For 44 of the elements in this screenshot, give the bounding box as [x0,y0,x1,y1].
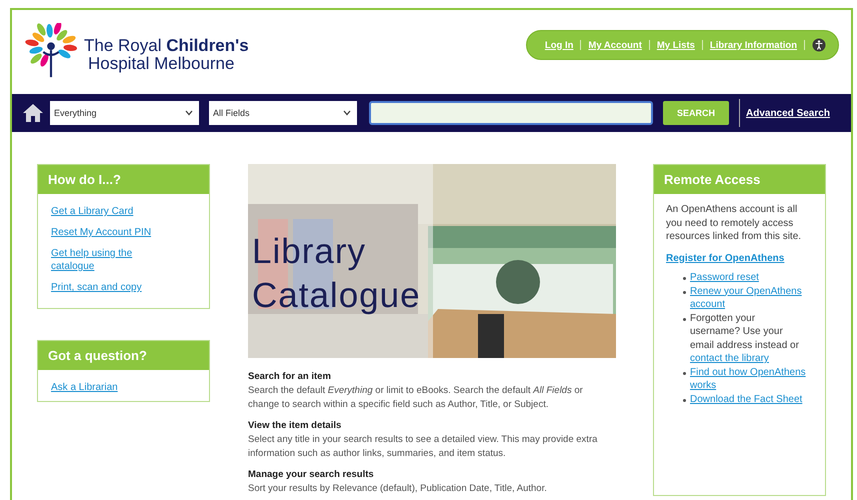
help-heading: Manage your search results [248,468,375,482]
remote-link[interactable]: Download the Fact Sheet [690,392,802,406]
advanced-search-link[interactable]: Advanced Search [746,108,830,118]
remote-link[interactable]: contact the library [690,353,769,364]
help-text: Sort your results by Relevance (default), Publication Date, Title, Author. [248,482,548,496]
help-heading: Search for an item [248,370,332,384]
remote-link[interactable]: Find out how OpenAthens works [690,366,807,392]
scope-dropdown[interactable]: Everything [50,101,199,125]
panel-title: Remote Access [654,165,825,194]
logo-text: The Royal Children's [84,37,249,55]
bullet-icon [683,398,686,402]
search-button[interactable]: SEARCH [663,101,729,125]
top-link[interactable]: My Account [588,40,642,50]
top-link[interactable]: Log In [544,40,574,50]
help-heading: View the item details [248,419,342,433]
help-link[interactable]: Get a Library Card [51,205,156,218]
panel-title: How do I...? [38,165,209,194]
home-icon[interactable] [22,103,44,123]
chevron-icon [185,110,193,116]
remote-link[interactable]: Password reset [690,271,759,284]
logo-text: Hospital Melbourne [87,55,236,73]
chevron-icon [343,110,351,116]
list-text: Forgotten your username? Use your email address instead or contact the library [690,312,800,366]
register-link[interactable]: Register for OpenAthens [666,252,784,265]
search-field[interactable] [369,101,653,125]
field-dropdown[interactable]: All Fields [209,101,357,125]
bullet-icon [683,277,686,280]
help-link[interactable]: Ask a Librarian [51,381,156,394]
remote-link[interactable]: Renew your OpenAthens account [690,284,807,312]
bullet-icon [683,318,686,320]
help-text: Select any title in your search results to see a detailed view. This may provide extra information such as author links, summaries, and item status. [248,433,598,461]
accessibility-icon[interactable] [812,38,826,52]
bullet-icon [683,290,686,294]
banner-title: Catalogue [252,275,421,317]
panel-title: Got a question? [38,341,209,370]
help-text: Search the default Everything or limit to eBooks. Search the default All Fields or change to search within a specific field such as Author, Title, or Subject. [248,384,584,412]
help-link[interactable]: Get help using the catalogue [51,247,156,273]
help-link[interactable]: Print, scan and copy [51,281,156,294]
intro-text: An OpenAthens account is all you need to remotely access resources linked from this site. [666,203,802,244]
banner-title: Library [252,231,366,273]
help-link[interactable]: Reset My Account PIN [51,226,156,239]
bullet-icon [683,372,686,374]
top-link[interactable]: My Lists [656,40,695,50]
top-link[interactable]: Library Information [710,40,797,50]
